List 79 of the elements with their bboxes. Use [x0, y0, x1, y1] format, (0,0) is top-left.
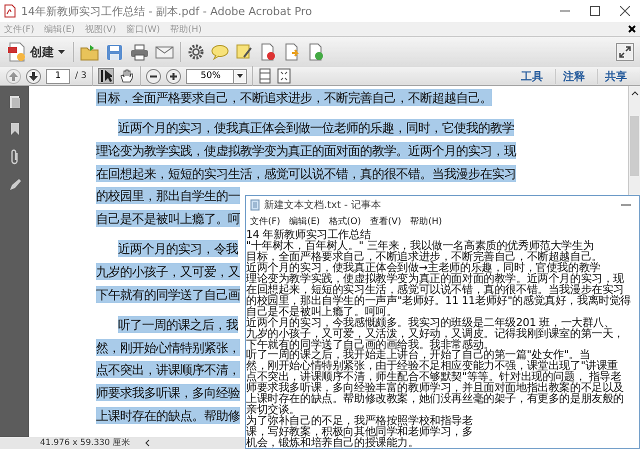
highlighted-text: 下午就有的同学送了自己画 [96, 286, 240, 303]
hand-tool[interactable] [118, 68, 135, 84]
highlighted-text: 目标，全面严格要求自己，不断追求进步，不断完善自己，不断超越自己。 [96, 88, 492, 106]
page-size-text: 41.976 x 59.330 厘米 [40, 437, 131, 449]
document-delete-icon[interactable] [259, 43, 277, 61]
folder-icon[interactable] [80, 42, 99, 62]
chevron-left-icon[interactable] [144, 439, 150, 447]
document-arrow-icon[interactable] [283, 43, 301, 61]
highlighted-text: 上课时存在的缺点。帮助修 [96, 406, 240, 424]
highlighted-text: 在回想起来，短短的实习生活，感觉可以说不错，真的很不错。当我漫步在实习 [96, 164, 516, 182]
arrow-up-icon [9, 72, 18, 80]
highlighted-text: 然，刚开始心情特别紧张， [96, 338, 240, 356]
highlighted-text: 自己是不是被叫上瘾了。呵 [96, 210, 240, 227]
menu-item[interactable]: 文件(F) [250, 215, 280, 228]
close-icon[interactable] [628, 25, 636, 33]
text-line: 九岁的小孩子，又可爱，又活泼，又好动，又调皮。记得我刚到课室的第一天， [246, 328, 626, 340]
text-line: 目标，全面严格要求自己，不断追求进步，不断完善自己，不断超越自己。 [246, 252, 604, 263]
window-title: 14年新教师实习工作总结 - 副本.pdf - Adobe Acrobat Pro [21, 4, 313, 18]
hand-icon [120, 69, 134, 83]
fullscreen-button[interactable] [616, 43, 634, 61]
printer-icon[interactable] [130, 42, 149, 62]
menu-item[interactable]: 格式(O) [328, 215, 362, 228]
text-line: "十年树木，百年树人。" 三年来，我以做一名高素质的优秀师范大学生为 [246, 240, 595, 252]
menu-item[interactable]: 帮助(H) [410, 215, 442, 228]
highlighted-text: 师要求我多听课，多向经验 [96, 384, 240, 401]
sticky-note-icon[interactable] [235, 43, 253, 61]
zoom-out-button[interactable] [146, 68, 161, 84]
highlighted-text: 近两个月的实习，令我 [118, 240, 238, 258]
fit-page-icon[interactable] [276, 68, 291, 84]
document-download-icon[interactable] [307, 43, 325, 61]
document-icon [8, 42, 26, 62]
select-tool[interactable] [98, 68, 114, 84]
page-number-field[interactable]: 1 [46, 68, 70, 84]
highlighted-text: 九岁的小孩子，又可爱，又 [96, 262, 240, 280]
highlighted-text: 点不突出，讲课顺序不清， [96, 361, 240, 378]
text-line: 机会，锻炼和培养自己的授课能力。 [246, 438, 419, 448]
pane-tab[interactable]: 工具 [514, 68, 550, 84]
minimize-icon[interactable] [621, 203, 631, 207]
fit-width-icon[interactable] [258, 68, 272, 84]
scrollbar-thumb[interactable] [630, 116, 639, 176]
next-page-button[interactable] [26, 68, 41, 84]
plus-icon [168, 72, 178, 80]
pane-tab[interactable]: 共享 [597, 68, 634, 84]
pages-icon[interactable] [8, 95, 20, 109]
text-line: 近两个月的实习，今我感慨颇多。我实习的班级是二年级201 班，一大群八、 [246, 318, 616, 329]
pen-icon[interactable] [8, 178, 22, 192]
close-icon[interactable] [620, 6, 630, 16]
caret-icon [236, 74, 243, 78]
text-line: 的校园里，那出自学生的一声声"老师好。11 11老师好"的感觉真好，我离时觉得 [246, 296, 632, 307]
notepad-icon [250, 199, 260, 211]
highlighted-text: 的校园里，那出自学生的一 [96, 187, 240, 204]
paperclip-icon[interactable] [10, 149, 20, 165]
text-line: 下午就有的同学送了自己画的画给我。我非常感动。 [246, 340, 494, 350]
chevron-up-icon[interactable] [630, 90, 638, 96]
page-total: / 3 [75, 71, 87, 81]
caret-icon [58, 50, 65, 54]
pdf-file-icon [4, 4, 16, 18]
menu-item[interactable]: 查看(V) [370, 215, 402, 228]
arrow-down-icon [29, 72, 38, 80]
text-line: 近两个月的实习，使我真正体会到做→主老师的乐趣，同时，官使我的教学 [246, 262, 602, 274]
text-line: 14 年新教师实习工作总结 [246, 230, 371, 241]
maximize-icon[interactable] [590, 6, 600, 16]
zoom-in-button[interactable] [166, 68, 181, 84]
highlighted-text: 近两个月的实习，使我真正体会到做一位老师的乐趣，同时，它使我的教学 [118, 119, 514, 136]
text-line: 在回想起来，短短的实习生活，感觉可以说不错，真的很不错。当我漫步在实习 [246, 284, 624, 296]
highlighted-text: 听了一周的课之后，我 [118, 316, 238, 334]
menu-item[interactable]: 编辑(E) [289, 215, 320, 228]
pane-tab[interactable]: 注释 [555, 68, 592, 84]
text-line: 理论变为教学实践，使虚拟教学变为真正的面对面的教学。近两个月的实习，现 [246, 274, 626, 285]
create-button[interactable]: 创建 [6, 40, 67, 64]
bookmark-icon[interactable] [10, 122, 20, 136]
expand-icon [619, 46, 631, 58]
zoom-field[interactable]: 50% [186, 68, 234, 84]
window-title: 新建文本文档.txt - 记事本 [264, 198, 382, 212]
save-icon[interactable] [105, 42, 124, 62]
text-line: 自己是不是被叫上瘾了。呵呵。 [246, 306, 398, 318]
cursor-icon [100, 69, 112, 83]
gear-icon[interactable] [187, 43, 205, 61]
highlighted-text: 理论变为教学实践，使虚拟教学变为真正的面对面的教学。近两个月的实习，现 [96, 142, 516, 159]
